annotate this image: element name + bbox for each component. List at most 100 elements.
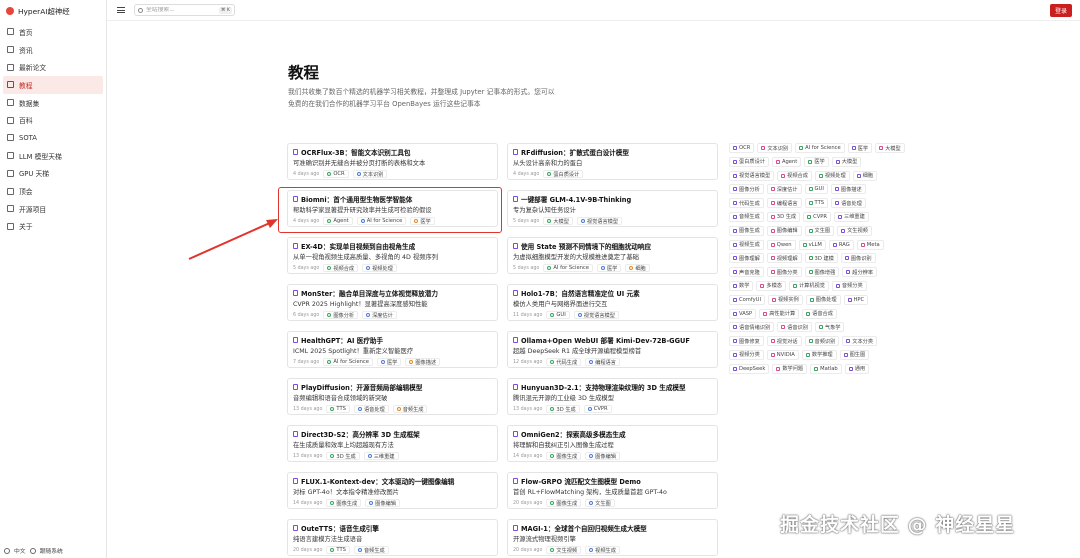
tag-chip[interactable]: 深度估计 xyxy=(362,311,397,319)
sidebar-item-home[interactable]: 首页 xyxy=(0,23,106,41)
tag-filter[interactable]: 视觉语言模型 xyxy=(729,170,775,181)
tag-filter[interactable]: 音频生成 xyxy=(729,211,764,222)
tag-chip[interactable]: 编程语言 xyxy=(585,358,620,366)
tag-filter[interactable]: vLLM xyxy=(798,239,826,250)
tutorial-card[interactable]: Holo1-7B：自然语言精准定位 UI 元素 模仿人类用户与网络界面进行交互 11… xyxy=(507,284,718,321)
tag-chip[interactable]: 图像生成 xyxy=(546,499,582,507)
tutorial-card[interactable]: RFdiffusion：扩散式蛋白设计模型 从头设计高亲和力的蛋白 4 days a… xyxy=(507,143,718,180)
tag-filter[interactable]: 图像处理 xyxy=(805,294,841,305)
tag-chip[interactable]: 细胞 xyxy=(625,264,650,272)
tag-filter[interactable]: 深度估计 xyxy=(766,184,802,195)
tag-filter[interactable]: 音频分类 xyxy=(831,280,867,291)
sidebar-item-datasets[interactable]: 数据集 xyxy=(0,94,106,112)
menu-icon[interactable] xyxy=(117,7,125,13)
tag-filter[interactable]: 图像描述 xyxy=(830,184,866,195)
tag-filter[interactable]: VASP xyxy=(729,308,757,319)
tag-filter[interactable]: 语音合成 xyxy=(802,308,837,319)
tag-filter[interactable]: 图像分类 xyxy=(766,267,802,278)
tutorial-card[interactable]: OmniGen2：探索高级多模态生成 将理解和自我纠正引入图像生成过程 14 day… xyxy=(507,425,718,462)
tutorial-card[interactable]: EX-4D：实现单目视频到自由视角生成 从单一视角视频生成高质量、多视角的 4D … xyxy=(287,237,498,274)
tag-chip[interactable]: 图像编辑 xyxy=(365,499,400,507)
tag-filter[interactable]: 气象学 xyxy=(814,322,845,333)
tag-filter[interactable]: OCR xyxy=(729,143,755,153)
tag-chip[interactable]: GUI xyxy=(546,311,570,319)
tag-filter[interactable]: 视频实例 xyxy=(767,294,803,305)
tag-filter[interactable]: 音频识别 xyxy=(804,336,840,347)
tag-chip[interactable]: 蛋白质设计 xyxy=(543,170,584,178)
tag-chip[interactable]: 视频合成 xyxy=(323,264,359,272)
tag-chip[interactable]: 视觉语言模型 xyxy=(576,217,623,225)
tag-chip[interactable]: 音频生成 xyxy=(392,405,428,413)
tag-filter[interactable]: 3D 生成 xyxy=(766,211,801,222)
tag-filter[interactable]: 图像增强 xyxy=(804,267,840,278)
tutorial-card[interactable]: Ollama+Open WebUI 部署 Kimi-Dev-72B-GGUF 超越… xyxy=(507,331,718,368)
tag-filter[interactable]: 视频分类 xyxy=(729,349,764,360)
tutorial-card[interactable]: MAGI-1：全球首个自回归视频生成大模型 开源流式物理视频引擎 20 days a… xyxy=(507,519,718,556)
tutorial-card[interactable]: OuteTTS：语音生成引擎 纯语言建模方法生成语音 20 days ago TTS 音… xyxy=(287,519,498,556)
tag-filter[interactable]: 细胞 xyxy=(852,170,878,181)
brand[interactable]: HyperAI超神经 xyxy=(0,0,106,22)
sidebar-item-news[interactable]: 资讯 xyxy=(0,41,106,59)
tag-chip[interactable]: 3D 生成 xyxy=(546,405,580,413)
tutorial-card[interactable]: MonSter：融合单目深度与立体视觉释放潜力 CVPR 2025 Highlig… xyxy=(287,284,498,321)
tag-filter[interactable]: 视频理解 xyxy=(766,253,802,264)
tag-filter[interactable]: 大模型 xyxy=(831,156,862,167)
tag-chip[interactable]: 代码生成 xyxy=(546,358,582,366)
tag-filter[interactable]: 超分辨率 xyxy=(842,267,878,278)
tag-filter[interactable]: 图像理解 xyxy=(729,253,764,264)
tag-chip[interactable]: 文生图 xyxy=(585,499,615,507)
tag-chip[interactable]: 图像编辑 xyxy=(585,452,620,460)
tag-chip[interactable]: 图像生成 xyxy=(546,452,582,460)
tag-chip[interactable]: 视觉语言模型 xyxy=(573,311,619,319)
tutorial-card[interactable]: 使用 State 预测不同情境下的细胞扰动响应 为虚拟细胞模型开发的大规模推进奠定… xyxy=(507,237,718,274)
tag-filter[interactable]: 声音克隆 xyxy=(729,267,764,278)
tag-filter[interactable]: 计算机视觉 xyxy=(788,280,829,291)
tag-filter[interactable]: 视觉对话 xyxy=(766,336,802,347)
tag-chip[interactable]: OCR xyxy=(323,170,349,178)
tag-chip[interactable]: 3D 生成 xyxy=(326,452,360,460)
tag-filter[interactable]: TTS xyxy=(804,198,829,209)
tag-filter[interactable]: 大模型 xyxy=(875,143,905,153)
tag-filter[interactable]: 数学 xyxy=(729,280,754,291)
sidebar-item-papers[interactable]: 最新论文 xyxy=(0,58,106,76)
tag-chip[interactable]: 大模型 xyxy=(543,217,573,225)
tag-filter[interactable]: 医学 xyxy=(847,143,873,153)
tag-chip[interactable]: CVPR xyxy=(583,405,612,413)
tag-filter[interactable]: Matlab xyxy=(810,363,842,374)
tag-chip[interactable]: 图像描述 xyxy=(405,358,441,366)
tutorial-card[interactable]: Hunyuan3D-2.1：支持物理渲染纹理的 3D 生成模型 腾讯混元开源的工业… xyxy=(507,378,718,415)
tag-filter[interactable]: 数学问题 xyxy=(772,363,808,374)
tutorial-card[interactable]: Direct3D-S2：高分辨率 3D 生成框架 在生成质量和效率上均超越现有方法… xyxy=(287,425,498,462)
tag-filter[interactable]: Agent xyxy=(771,156,802,167)
tag-filter[interactable]: DeepSeek xyxy=(729,363,770,374)
tag-filter[interactable]: 文生图 xyxy=(804,225,835,236)
tutorial-card[interactable]: HealthGPT：AI 医疗助手 ICML 2025 Spotlight！重新定… xyxy=(287,331,498,368)
tag-chip[interactable]: 医学 xyxy=(596,264,622,272)
tag-filter[interactable]: 代码生成 xyxy=(729,198,764,209)
tag-filter[interactable]: 图像识别 xyxy=(840,253,876,264)
sidebar-item-sota[interactable]: SOTA xyxy=(0,129,106,147)
tag-filter[interactable]: ComfyUI xyxy=(729,294,765,305)
tag-filter[interactable]: 数学推理 xyxy=(801,349,837,360)
tag-filter[interactable]: 文本分类 xyxy=(842,336,878,347)
tag-filter[interactable]: 多模态 xyxy=(756,280,786,291)
tag-filter[interactable]: 视频生成 xyxy=(729,239,764,250)
tag-chip[interactable]: TTS xyxy=(326,546,350,554)
language-switch[interactable]: 中文 xyxy=(14,546,26,555)
tag-filter[interactable]: 语音识别 xyxy=(777,322,812,333)
tag-filter[interactable]: CVPR xyxy=(803,211,831,222)
tag-filter[interactable]: Qwen xyxy=(766,239,796,250)
tag-filter[interactable]: 图像编辑 xyxy=(766,225,802,236)
search-box[interactable]: ⌘ K xyxy=(134,4,235,16)
tag-filter[interactable]: 图像生成 xyxy=(729,225,764,236)
tag-filter[interactable]: GUI xyxy=(804,184,828,195)
tag-chip[interactable]: 语音处理 xyxy=(353,405,389,413)
tag-filter[interactable]: 视频合成 xyxy=(777,170,812,181)
tag-filter[interactable]: RAG xyxy=(828,239,854,250)
tag-filter[interactable]: 医学 xyxy=(804,156,829,167)
tag-chip[interactable]: 音频生成 xyxy=(353,546,389,554)
login-button[interactable]: 登录 xyxy=(1050,4,1072,17)
tutorial-card[interactable]: Flow-GRPO 流匹配文生图模型 Demo 首创 RL+FlowMatchin… xyxy=(507,472,718,509)
tag-chip[interactable]: 视频生成 xyxy=(585,546,620,554)
tag-chip[interactable]: 文本识别 xyxy=(352,170,388,178)
